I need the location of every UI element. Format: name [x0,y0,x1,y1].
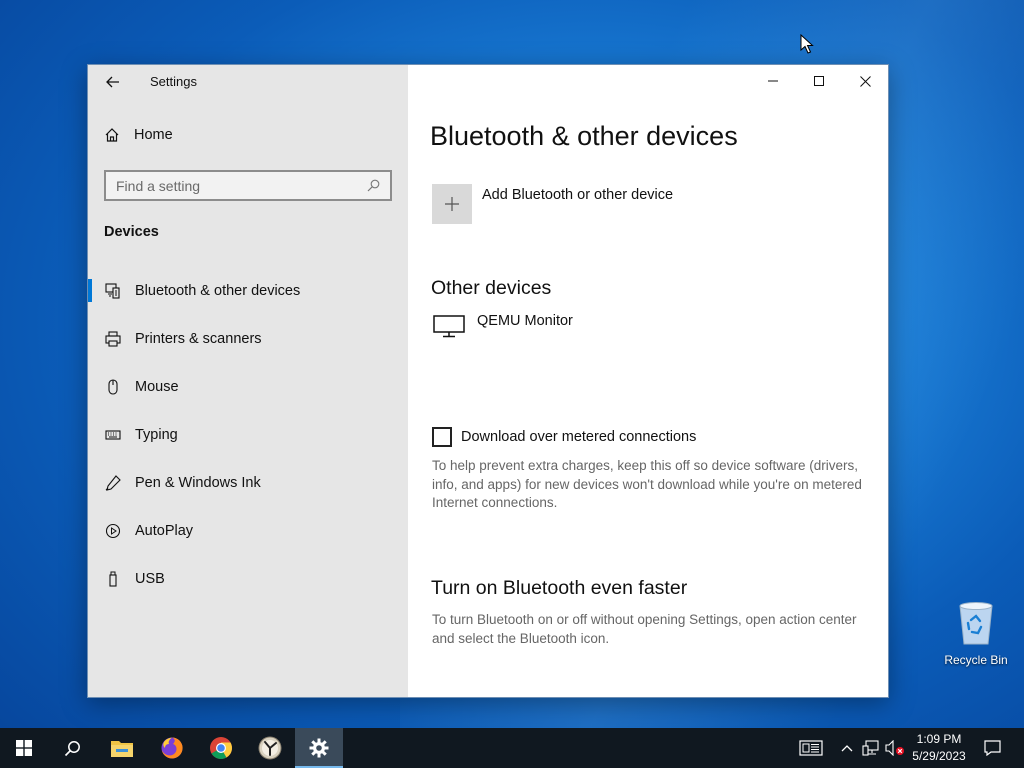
sidebar-item-bluetooth[interactable]: Bluetooth & other devices [88,267,408,315]
clock-date: 5/29/2023 [912,749,966,763]
minimize-icon [768,80,778,82]
usb-icon [105,571,121,587]
back-arrow-icon [106,76,119,88]
section-label: Devices [104,224,159,240]
firefox-icon [161,737,183,759]
close-button[interactable] [842,65,888,97]
clock-time: 1:09 PM [916,732,962,746]
recycle-bin-shortcut[interactable]: Recycle Bin [936,600,1016,667]
other-devices-heading: Other devices [431,277,552,299]
sidebar-item-printers[interactable]: Printers & scanners [88,315,408,363]
metered-checkbox-label: Download over metered connections [461,429,697,445]
sidebar-item-mouse[interactable]: Mouse [88,363,408,411]
sidebar-item-pen[interactable]: Pen & Windows Ink [88,459,408,507]
mouse-icon [105,379,121,395]
settings-window: Settings Home Devices [87,64,889,698]
start-icon [16,740,32,756]
chrome-button[interactable] [197,728,245,768]
sidebar-item-label: USB [135,571,165,587]
action-center-button[interactable] [978,728,1006,768]
chevron-up-icon [841,745,853,752]
recycle-bin-icon [959,602,993,645]
home-label: Home [134,127,173,143]
taskbar-search-button[interactable] [48,728,96,768]
search-input[interactable] [116,177,367,194]
bluetooth-devices-icon [105,283,121,299]
notification-icon [983,740,1001,756]
add-device-tile [432,184,472,224]
app-button[interactable] [246,728,294,768]
sidebar-item-label: Typing [135,427,178,443]
device-item[interactable]: QEMU Monitor [433,312,573,338]
close-icon [859,75,871,87]
volume-button[interactable] [884,728,906,768]
metered-checkbox[interactable] [432,427,452,447]
network-button[interactable] [860,728,880,768]
chrome-icon [210,737,232,759]
mouse-cursor-icon [800,34,814,54]
firefox-button[interactable] [148,728,196,768]
show-hidden-icons-button[interactable] [838,728,856,768]
sidebar-item-typing[interactable]: Typing [88,411,408,459]
add-device-label: Add Bluetooth or other device [482,187,674,203]
file-explorer-button[interactable] [98,728,146,768]
keyboard-icon [105,427,121,443]
plus-icon [445,197,459,211]
settings-icon [309,738,329,758]
search-icon [367,179,380,192]
maximize-button[interactable] [796,65,842,97]
clock[interactable]: 1:09 PM 5/29/2023 [908,731,970,765]
app-icon [258,736,282,760]
maximize-icon [814,76,824,86]
device-name: QEMU Monitor [477,313,573,329]
search-icon [64,740,80,756]
bluetooth-faster-heading: Turn on Bluetooth even faster [431,577,688,599]
bluetooth-faster-description: To turn Bluetooth on or off without open… [432,612,857,646]
window-controls [750,65,888,97]
printer-icon [105,331,121,347]
add-device-button[interactable]: Add Bluetooth or other device [432,184,673,224]
network-icon [861,740,879,756]
back-button[interactable] [102,71,124,93]
sidebar-item-label: Printers & scanners [135,331,262,347]
pen-icon [105,475,121,491]
sidebar: Settings Home Devices [88,65,408,697]
home-nav-item[interactable]: Home [104,127,173,143]
sidebar-item-label: Bluetooth & other devices [135,283,301,299]
home-icon [105,128,119,142]
app-title: Settings [150,74,197,89]
news-widget-button[interactable] [797,728,825,768]
news-icon [799,740,823,756]
volume-muted-icon [885,740,904,756]
sidebar-item-autoplay[interactable]: AutoPlay [88,507,408,555]
sidebar-item-label: AutoPlay [135,523,194,539]
taskbar: 1:09 PM 5/29/2023 [0,728,1024,768]
sidebar-item-usb[interactable]: USB [88,555,408,603]
metered-connections-setting[interactable]: Download over metered connections [432,427,696,447]
recycle-bin-label: Recycle Bin [944,653,1008,667]
search-box[interactable] [104,170,392,201]
devices-nav-list: Bluetooth & other devices Printers & sca… [88,267,408,603]
sidebar-item-label: Pen & Windows Ink [135,475,261,491]
file-explorer-icon [111,741,133,757]
start-button[interactable] [0,728,48,768]
minimize-button[interactable] [750,65,796,97]
main-content: Bluetooth & other devices Add Bluetooth … [408,65,888,697]
monitor-icon [433,315,465,338]
metered-description: To help prevent extra charges, keep this… [432,458,862,510]
page-title: Bluetooth & other devices [430,121,738,151]
autoplay-icon [105,523,121,539]
sidebar-item-label: Mouse [135,379,179,395]
settings-taskbar-button[interactable] [295,728,343,768]
